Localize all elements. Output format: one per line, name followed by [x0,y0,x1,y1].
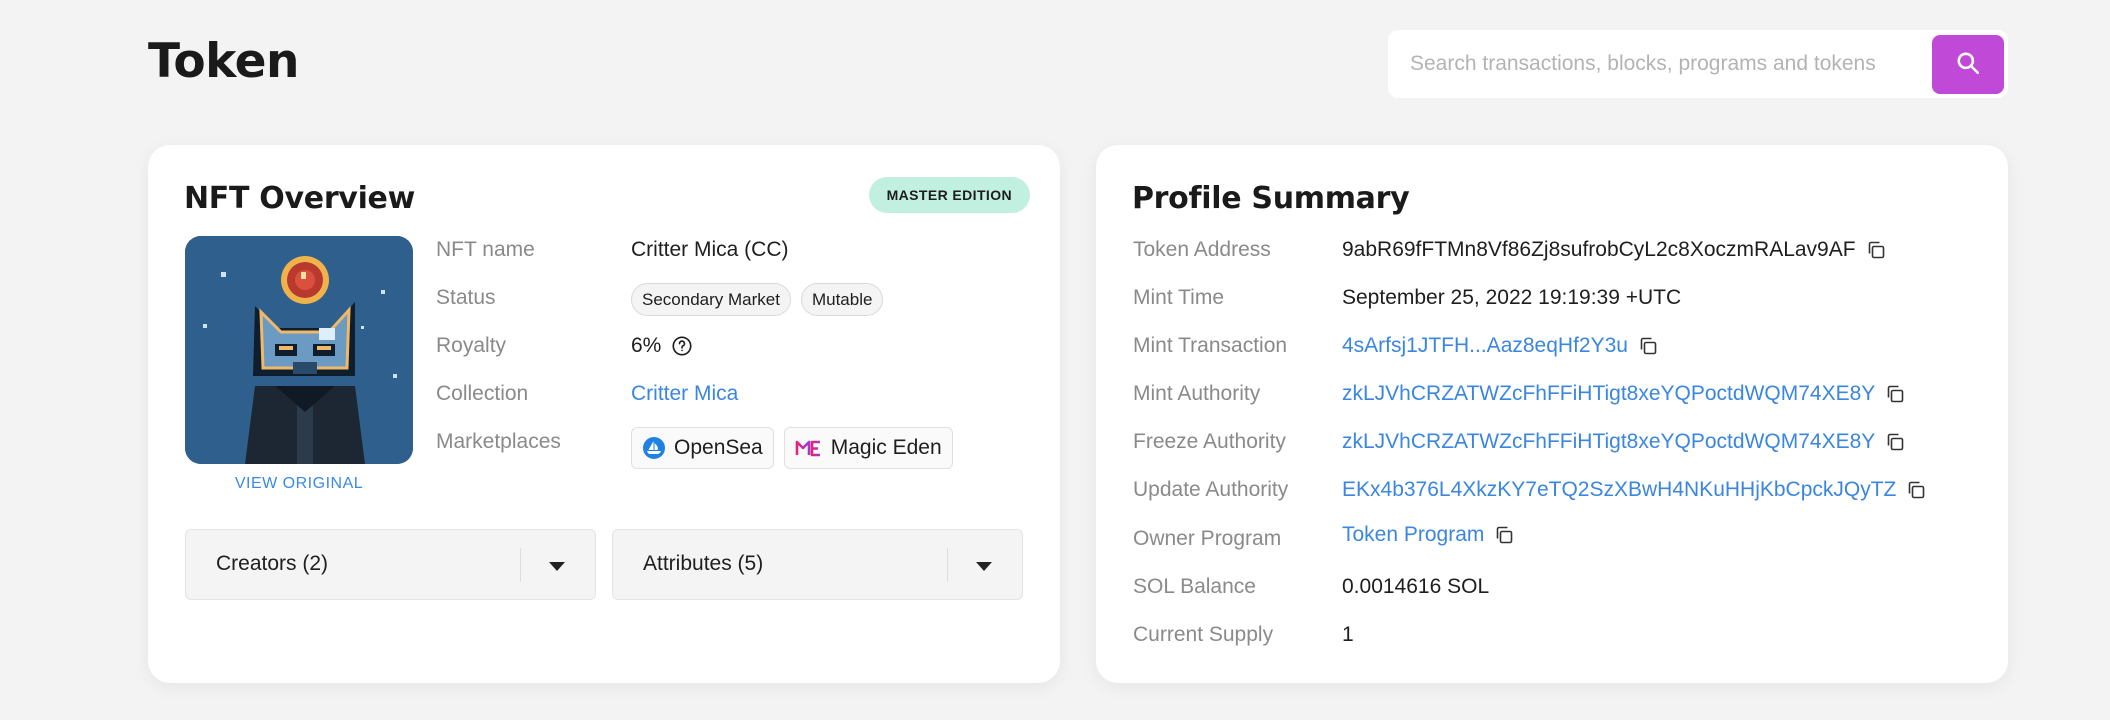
search-input[interactable] [1410,44,1930,84]
copy-icon[interactable] [1885,384,1905,404]
view-original-link[interactable]: VIEW ORIGINAL [185,475,413,493]
copy-icon[interactable] [1906,480,1926,500]
freeze-authority-label: Freeze Authority [1133,430,1286,453]
current-supply-value: 1 [1342,623,1354,646]
accordion-divider [947,548,948,582]
mint-time-value: September 25, 2022 19:19:39 +UTC [1342,286,1682,309]
opensea-label: OpenSea [674,436,763,459]
caret-down-icon [976,559,992,577]
opensea-button[interactable]: OpenSea [631,427,774,469]
owner-program-link[interactable]: Token Program [1342,523,1484,547]
freeze-authority-link[interactable]: zkLJVhCRZATWZcFhFFiHTigt8xeYQPoctdWQM74X… [1342,430,1875,454]
nft-image[interactable] [185,236,413,464]
sol-balance-value: 0.0014616 SOL [1342,575,1490,598]
accordion-divider [520,548,521,582]
creators-accordion-label: Creators (2) [216,552,329,575]
update-authority-label: Update Authority [1133,478,1289,501]
status-chip-secondary-market: Secondary Market [631,283,791,316]
caret-down-icon [549,559,565,577]
mint-time-label: Mint Time [1133,286,1225,309]
attributes-accordion[interactable]: Attributes (5) [612,529,1023,600]
collection-link[interactable]: Critter Mica [631,382,738,406]
attributes-accordion-label: Attributes (5) [643,552,764,575]
help-icon[interactable] [671,335,693,357]
mint-transaction-row: 4sArfsj1JTFH...Aaz8eqHf2Y3u [1342,334,1658,358]
copy-icon[interactable] [1638,336,1658,356]
profile-summary-heading: Profile Summary [1132,181,1410,216]
page-title: Token [148,34,299,89]
magic-eden-icon [795,437,823,459]
nft-name-value: Critter Mica (CC) [631,238,789,261]
nft-overview-heading: NFT Overview [184,181,416,216]
update-authority-link[interactable]: EKx4b376L4XkzKY7eTQ2SzXBwH4NKuHHjKbCpckJ… [1342,478,1896,502]
search-icon [1955,50,1981,79]
mint-authority-row: zkLJVhCRZATWZcFhFFiHTigt8xeYQPoctdWQM74X… [1342,382,1905,406]
marketplaces-list: OpenSea Magic Eden [631,427,963,469]
status-chip-mutable: Mutable [800,283,884,316]
magic-eden-button[interactable]: Magic Eden [783,427,953,469]
creators-accordion[interactable]: Creators (2) [185,529,596,600]
search-bar [1388,30,2008,98]
profile-summary-card: Profile Summary Token Address 9abR69fFTM… [1096,145,2008,683]
owner-program-row: Token Program [1342,523,1514,547]
search-button[interactable] [1932,35,2004,94]
royalty-value-row: 6% [631,334,693,358]
current-supply-label: Current Supply [1133,623,1274,646]
token-address-row: 9abR69fFTMn8Vf86Zj8sufrobCyL2c8XoczmRALa… [1342,238,1886,262]
token-address-label: Token Address [1133,238,1271,261]
update-authority-row: EKx4b376L4XkzKY7eTQ2SzXBwH4NKuHHjKbCpckJ… [1342,478,1926,502]
sol-balance-label: SOL Balance [1133,575,1256,598]
mint-transaction-label: Mint Transaction [1133,334,1288,357]
royalty-label: Royalty [436,334,507,357]
marketplaces-label: Marketplaces [436,430,561,453]
copy-icon[interactable] [1494,525,1514,545]
owner-program-label: Owner Program [1133,527,1282,550]
master-edition-badge: MASTER EDITION [868,177,1030,213]
mint-authority-label: Mint Authority [1133,382,1261,405]
royalty-value: 6% [631,334,662,357]
copy-icon[interactable] [1885,432,1905,452]
status-label: Status [436,286,496,309]
mint-authority-link[interactable]: zkLJVhCRZATWZcFhFFiHTigt8xeYQPoctdWQM74X… [1342,382,1875,406]
nft-name-label: NFT name [436,238,535,261]
status-chips: Secondary Market Mutable [631,283,893,316]
mint-transaction-link[interactable]: 4sArfsj1JTFH...Aaz8eqHf2Y3u [1342,334,1628,358]
copy-icon[interactable] [1866,240,1886,260]
freeze-authority-row: zkLJVhCRZATWZcFhFFiHTigt8xeYQPoctdWQM74X… [1342,430,1905,454]
token-address-value: 9abR69fFTMn8Vf86Zj8sufrobCyL2c8XoczmRALa… [1342,238,1856,261]
magic-eden-label: Magic Eden [830,436,942,459]
opensea-icon [642,436,666,460]
collection-label: Collection [436,382,529,405]
nft-overview-card: NFT Overview MASTER EDITION VIEW ORIGINA… [148,145,1060,683]
